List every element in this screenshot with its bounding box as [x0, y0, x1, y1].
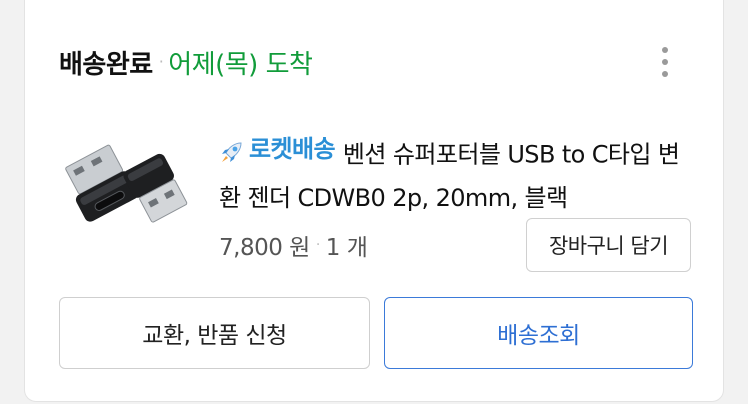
more-options-button[interactable]: [651, 40, 679, 84]
product-thumbnail[interactable]: [59, 140, 189, 230]
rocket-icon: [222, 141, 242, 162]
arrival-date: 어제(목) 도착: [168, 49, 313, 80]
product-title-block[interactable]: 로켓배송 벤션 슈퍼포터블 USB to C타입 변환 젠더 CDWB0 2p,…: [219, 128, 699, 220]
add-to-cart-button[interactable]: 장바구니 담기: [526, 218, 691, 272]
product-price: 7,800 원: [219, 235, 310, 261]
more-vertical-icon: [662, 47, 668, 53]
separator-dot: ·: [158, 51, 164, 71]
track-delivery-button[interactable]: 배송조회: [384, 297, 693, 369]
price-quantity-row: 7,800 원 · 1 개: [219, 228, 368, 262]
order-card: 배송완료 · 어제(목) 도착 로켓배송 벤션 슈퍼포터블 USB to C타입…: [24, 0, 724, 402]
rocket-delivery-badge: 로켓배송: [219, 128, 336, 171]
rocket-badge-label: 로켓배송: [249, 135, 336, 163]
exchange-return-button[interactable]: 교환, 반품 신청: [59, 297, 370, 369]
delivery-status: 배송완료: [59, 49, 153, 80]
order-header: 배송완료 · 어제(목) 도착: [59, 44, 313, 80]
product-quantity: 1 개: [325, 235, 368, 261]
separator-dot: ·: [315, 237, 320, 253]
